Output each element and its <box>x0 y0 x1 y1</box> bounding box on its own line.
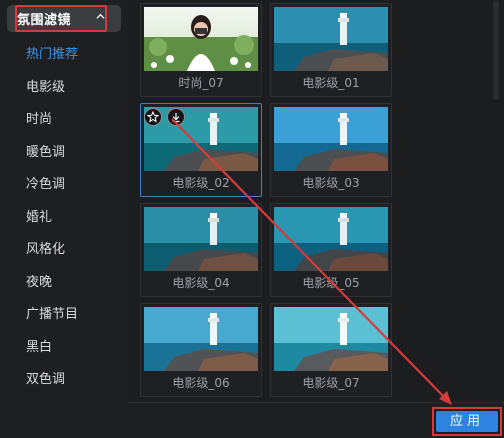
category-item-bw[interactable]: 黑白 <box>0 335 128 368</box>
category-item-wedding[interactable]: 婚礼 <box>0 205 128 238</box>
filter-label: 电影级_03 <box>302 176 360 190</box>
filter-type-dropdown[interactable]: 氛围滤镜 <box>7 5 121 32</box>
star-icon[interactable] <box>144 108 162 126</box>
filter-type-label: 氛围滤镜 <box>17 13 72 28</box>
category-item-stylized[interactable]: 风格化 <box>0 237 128 270</box>
chevron-up-icon <box>96 13 105 19</box>
category-item-broadcast[interactable]: 广播节目 <box>0 302 128 335</box>
filter-thumbnail <box>274 7 388 71</box>
category-item-hot[interactable]: 热门推荐 <box>0 42 128 75</box>
category-item-fashion[interactable]: 时尚 <box>0 107 128 140</box>
filter-label: 电影级_05 <box>302 276 360 290</box>
category-item-cool[interactable]: 冷色调 <box>0 172 128 205</box>
category-item-night[interactable]: 夜晚 <box>0 270 128 303</box>
scrollbar-thumb[interactable] <box>493 0 499 100</box>
filter-thumbnail <box>274 207 388 271</box>
filter-card-selected[interactable]: 电影级_02 <box>140 103 262 197</box>
filter-label: 电影级_06 <box>172 376 230 390</box>
filter-label: 电影级_01 <box>302 76 360 90</box>
filter-label: 时尚_07 <box>178 76 224 90</box>
filter-thumbnail <box>274 107 388 171</box>
filter-card[interactable]: 时尚_07 <box>140 3 262 97</box>
filter-thumbnail <box>144 307 258 371</box>
filter-sidebar: 氛围滤镜 热门推荐 电影级 时尚 暖色调 冷色调 婚礼 风格化 夜晚 广播节目 … <box>0 0 128 438</box>
category-item-warm[interactable]: 暖色调 <box>0 140 128 173</box>
filter-card[interactable]: 电影级_04 <box>140 203 262 297</box>
filter-label: 电影级_02 <box>172 176 230 190</box>
download-icon[interactable] <box>167 108 185 126</box>
filter-card[interactable]: 电影级_03 <box>270 103 392 197</box>
filter-card[interactable]: 电影级_06 <box>140 303 262 397</box>
category-item-cinematic[interactable]: 电影级 <box>0 75 128 108</box>
apply-button[interactable]: 应用 <box>436 411 498 432</box>
filter-card[interactable]: 电影级_01 <box>270 3 392 97</box>
filter-label: 电影级_07 <box>302 376 360 390</box>
filter-thumbnail <box>274 307 388 371</box>
filter-thumbnail <box>144 207 258 271</box>
filter-card[interactable]: 电影级_07 <box>270 303 392 397</box>
filter-thumbnail <box>144 7 258 71</box>
category-item-duotone[interactable]: 双色调 <box>0 367 128 400</box>
filter-card[interactable]: 电影级_05 <box>270 203 392 297</box>
apply-annotation-box: 应用 <box>432 407 502 436</box>
filter-label: 电影级_04 <box>172 276 230 290</box>
category-list: 热门推荐 电影级 时尚 暖色调 冷色调 婚礼 风格化 夜晚 广播节目 黑白 双色… <box>0 42 128 400</box>
